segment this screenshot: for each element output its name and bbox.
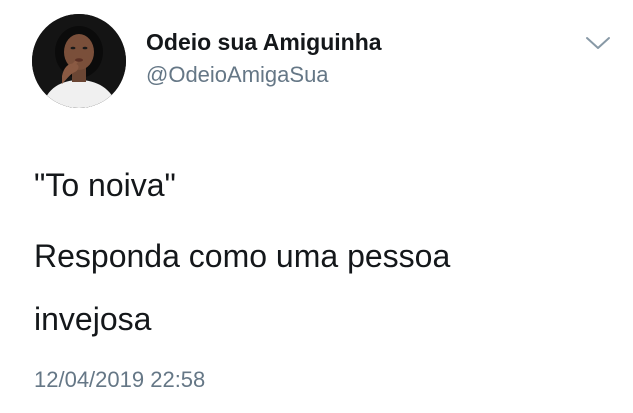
user-handle[interactable]: @OdeioAmigaSua [146,62,329,88]
avatar-photo [32,14,126,108]
tweet-card: Odeio sua Amiguinha @OdeioAmigaSua "To n… [0,0,633,413]
tweet-text-line: "To noiva" [34,167,176,203]
timestamp[interactable]: 12/04/2019 22:58 [34,367,205,393]
tweet-text-line: Responda como uma pessoa [34,238,451,274]
chevron-down-icon[interactable] [585,33,611,53]
tweet-text-line: invejosa [34,301,152,337]
avatar[interactable] [32,14,126,108]
display-name[interactable]: Odeio sua Amiguinha [146,29,382,56]
